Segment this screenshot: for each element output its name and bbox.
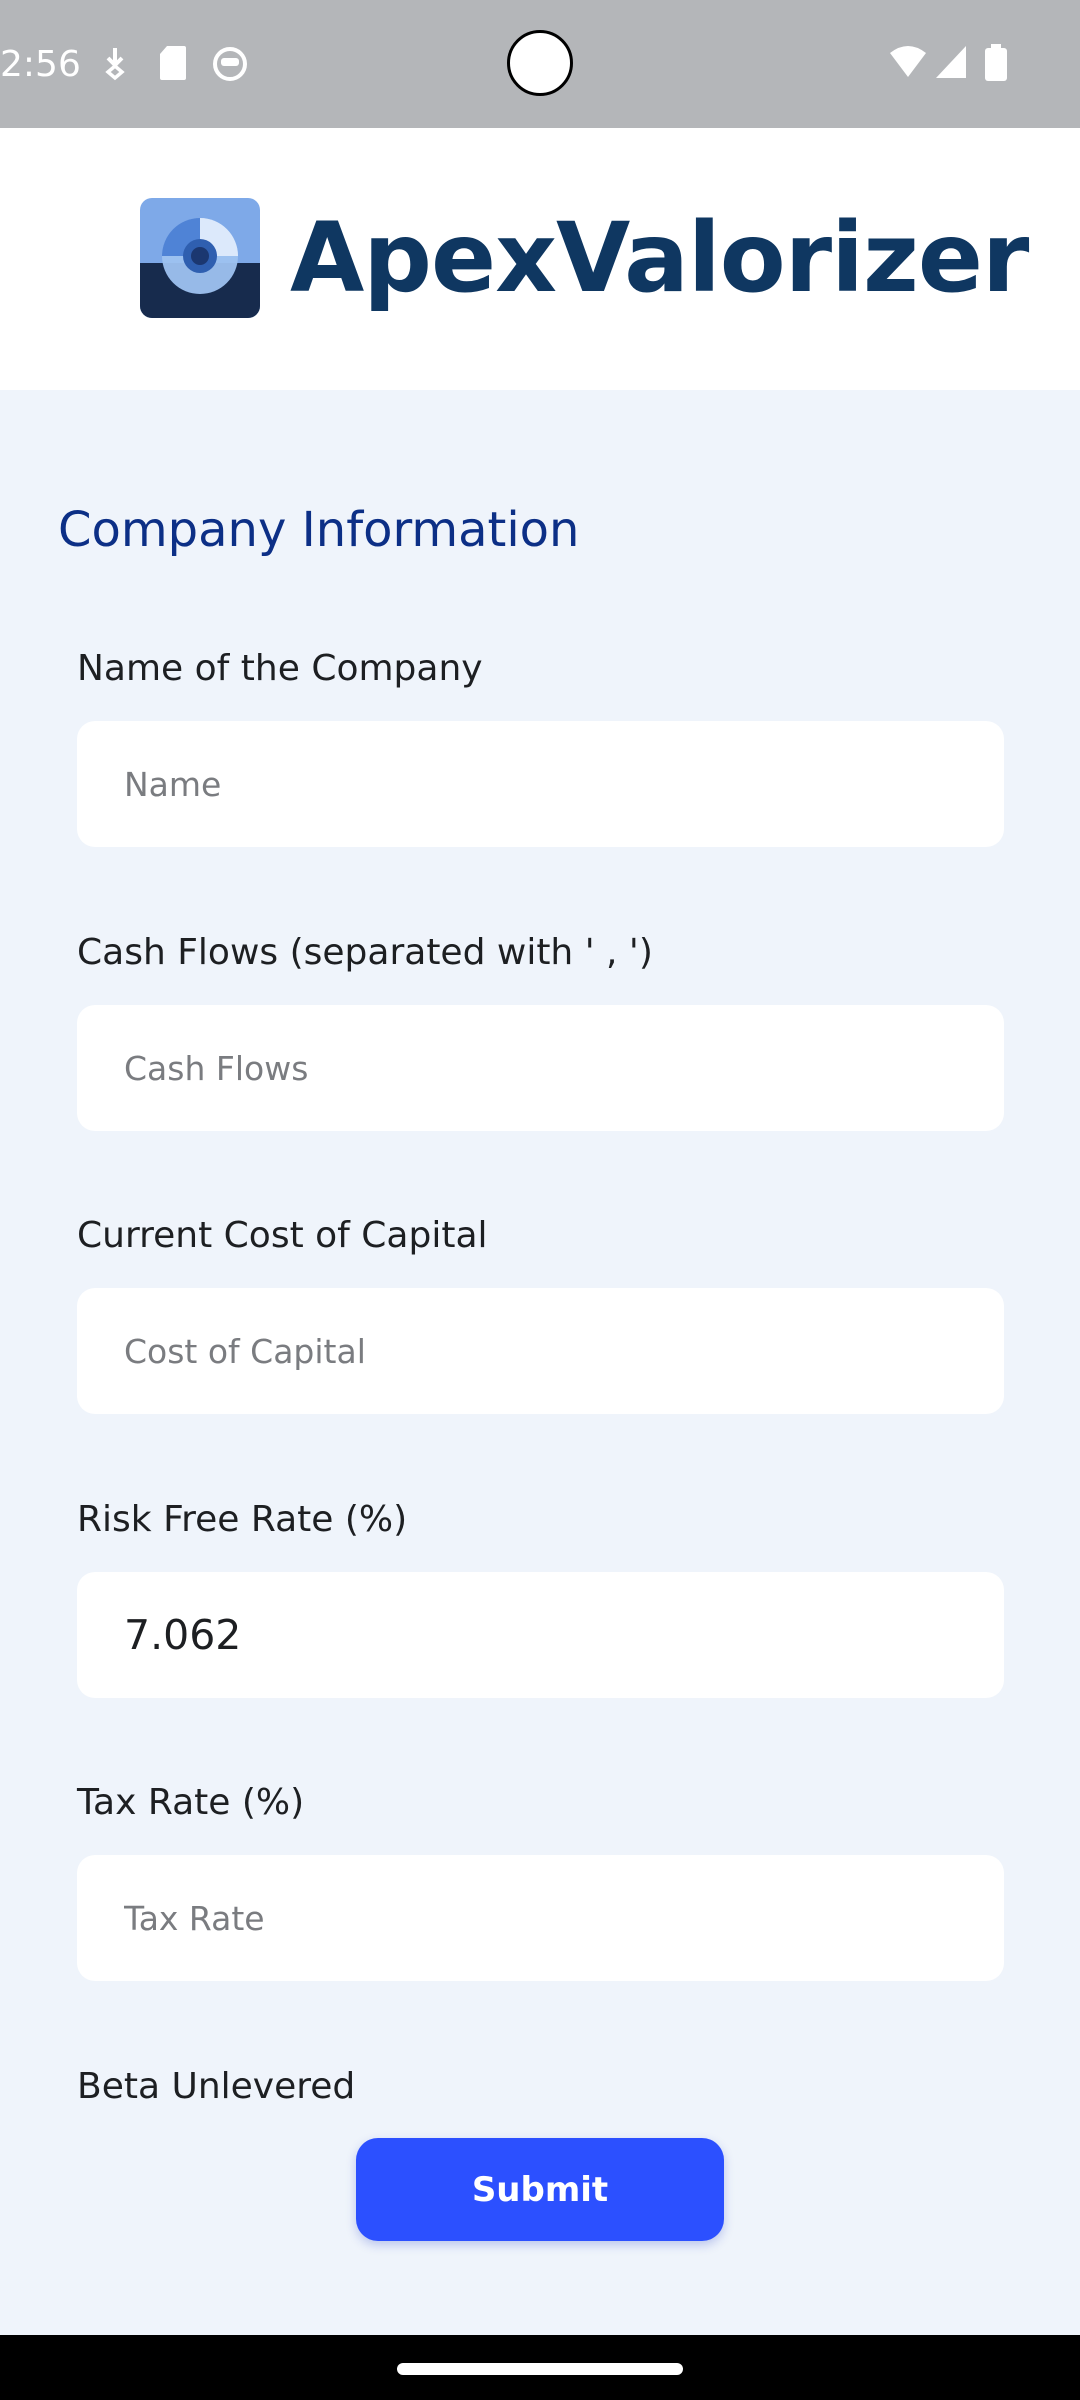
cash-flows-label: Cash Flows (separated with ' , ') bbox=[77, 932, 653, 973]
company-name-input[interactable] bbox=[77, 721, 1004, 847]
tax-rate-label: Tax Rate (%) bbox=[77, 1782, 305, 1823]
cost-of-capital-label: Current Cost of Capital bbox=[77, 1215, 488, 1256]
status-bar: 2:56 bbox=[0, 0, 1080, 128]
battery-icon bbox=[984, 44, 1008, 87]
download-icon bbox=[100, 44, 130, 89]
cash-flows-input[interactable] bbox=[77, 1005, 1004, 1131]
submit-button[interactable]: Submit bbox=[356, 2138, 724, 2241]
status-time: 2:56 bbox=[0, 44, 81, 85]
app-title: ApexValorizer bbox=[290, 202, 1029, 314]
navigation-bar bbox=[0, 2335, 1080, 2400]
section-title: Company Information bbox=[58, 502, 580, 558]
camera-cutout bbox=[507, 30, 573, 96]
risk-free-rate-label: Risk Free Rate (%) bbox=[77, 1499, 408, 1540]
face-icon bbox=[212, 44, 248, 87]
risk-free-rate-input[interactable] bbox=[77, 1572, 1004, 1698]
home-indicator[interactable] bbox=[397, 2363, 683, 2375]
cost-of-capital-input[interactable] bbox=[77, 1288, 1004, 1414]
app-header: ApexValorizer bbox=[0, 128, 1080, 390]
apexvalorizer-logo-icon bbox=[140, 198, 260, 318]
wifi-icon bbox=[888, 44, 928, 85]
tax-rate-input[interactable] bbox=[77, 1855, 1004, 1981]
signal-icon bbox=[934, 44, 968, 85]
company-name-label: Name of the Company bbox=[77, 648, 483, 689]
beta-unlevered-label: Beta Unlevered bbox=[77, 2066, 356, 2107]
sd-card-icon bbox=[158, 44, 188, 87]
